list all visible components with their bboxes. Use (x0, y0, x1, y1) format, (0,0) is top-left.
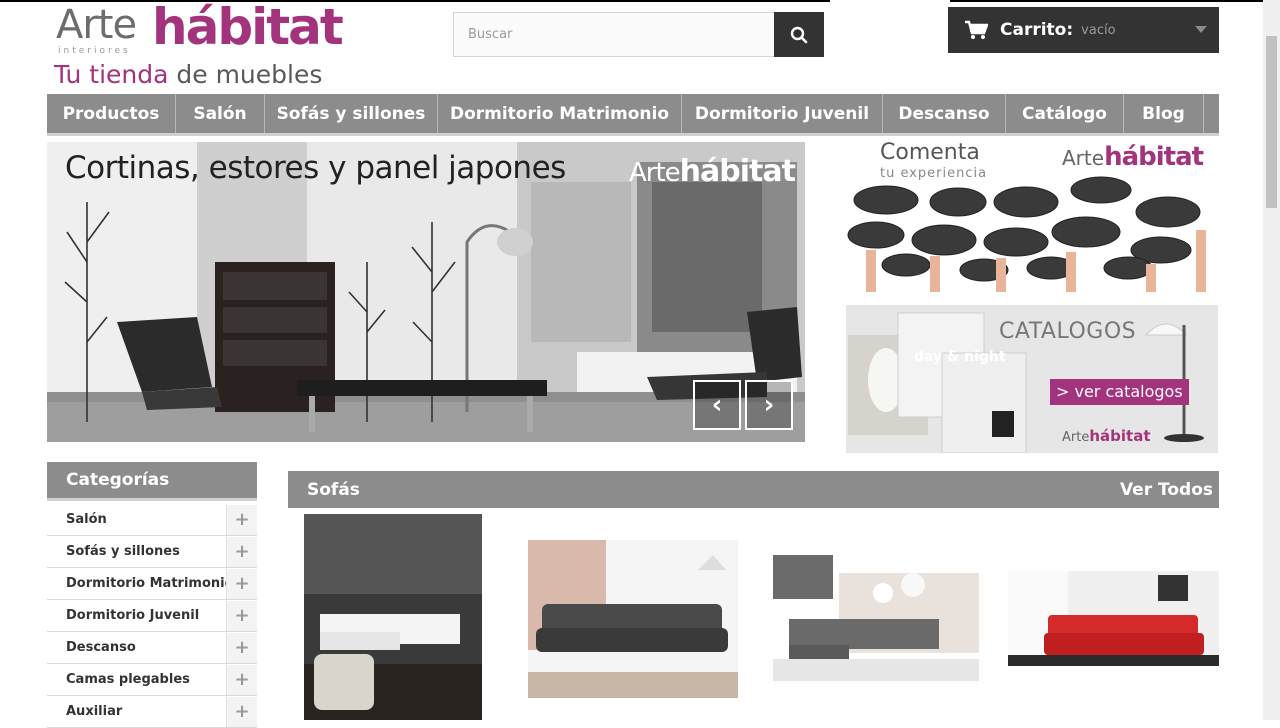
categories-list: Salón + Sofás y sillones + Dormitorio Matr… (47, 504, 257, 728)
slider-next-button[interactable]: › (745, 380, 793, 430)
plus-icon[interactable]: + (226, 537, 257, 567)
nav-item-descanso[interactable]: Descanso (883, 94, 1006, 133)
sofa-dark-image (528, 540, 738, 698)
nav-item-dormitorio-juvenil[interactable]: Dormitorio Juvenil (682, 94, 883, 133)
view-catalogs-button[interactable]: > ver catalogos (1050, 379, 1189, 405)
plus-icon[interactable]: + (226, 601, 257, 631)
product-image-sofa-corner[interactable] (773, 555, 979, 681)
nav-item-blog[interactable]: Blog (1124, 94, 1204, 133)
promo-catalogs[interactable]: day & night CATALOGOS > ver catalogos Ar… (846, 305, 1218, 453)
banner-logo-arte: Arte (629, 158, 681, 188)
logo-habitat-text: hábitat (152, 0, 344, 56)
cart-status: vacío (1081, 22, 1116, 38)
category-item-descanso[interactable]: Descanso + (47, 632, 257, 664)
category-item-dormitorio-juvenil[interactable]: Dormitorio Juvenil + (47, 600, 257, 632)
chevron-down-icon (1195, 26, 1207, 33)
banner-logo-habitat: hábitat (679, 154, 796, 189)
category-item-dormitorio-matrimonio[interactable]: Dormitorio Matrimonio + (47, 568, 257, 600)
plus-icon[interactable]: + (226, 665, 257, 695)
category-label: Camas plegables (66, 672, 190, 687)
search-input[interactable] (453, 12, 789, 57)
product-image-sofa-white[interactable] (304, 514, 482, 720)
main-navigation: Productos Salón Sofás y sillones Dormito… (47, 94, 1219, 136)
chevron-right-icon: › (763, 390, 775, 420)
promo-comment-title: Comenta (880, 140, 980, 165)
scrollbar-thumb[interactable] (1266, 36, 1277, 208)
category-label: Dormitorio Juvenil (66, 608, 200, 623)
page-scrollbar[interactable] (1263, 0, 1280, 720)
slider-prev-button[interactable]: ‹ (693, 380, 741, 430)
cart-button[interactable]: Carrito: vacío (948, 7, 1219, 53)
hero-banner[interactable]: Cortinas, estores y panel japones Artehá… (47, 142, 805, 442)
product-image-sofa-dark[interactable] (528, 540, 738, 698)
logo-interiores-text: interiores (58, 46, 131, 56)
sofa-corner-image (773, 555, 979, 681)
category-label: Dormitorio Matrimonio (66, 576, 234, 591)
promo-catalogs-logo: Artehábitat (1062, 427, 1151, 445)
category-item-auxiliar[interactable]: Auxiliar + (47, 696, 257, 728)
cart-label: Carrito: (1000, 20, 1074, 40)
promo-comment-logo-arte: Arte (1062, 146, 1105, 170)
sofas-section-title: Sofás (307, 480, 360, 500)
tagline-part1: Tu tienda (54, 60, 169, 89)
plus-icon[interactable]: + (226, 505, 257, 535)
sofas-section-header: Sofás Ver Todos (288, 471, 1219, 508)
search-bar (453, 12, 824, 57)
promo-comment-logo-habitat: hábitat (1104, 142, 1204, 172)
catalog-book-label: day & night (914, 349, 1006, 365)
product-image-sofa-red[interactable] (1008, 571, 1219, 666)
search-button[interactable] (774, 12, 824, 57)
logo-arte-text: Arte (56, 2, 137, 48)
site-logo[interactable]: Arte hábitat interiores Tu tienda de mue… (52, 0, 352, 92)
category-label: Descanso (66, 640, 136, 655)
promo-comment-experience[interactable]: Comenta tu experiencia Artehábitat (846, 140, 1216, 292)
nav-item-catalogo[interactable]: Catálogo (1006, 94, 1124, 133)
nav-item-sofas[interactable]: Sofás y sillones (265, 94, 438, 133)
category-item-salon[interactable]: Salón + (47, 504, 257, 536)
tagline-part2: de muebles (168, 60, 323, 89)
category-label: Salón (66, 512, 107, 527)
category-label: Auxiliar (66, 704, 123, 719)
promo-comment-subtitle: tu experiencia (880, 166, 988, 181)
category-label: Sofás y sillones (66, 544, 180, 559)
plus-icon[interactable]: + (226, 697, 257, 727)
nav-item-dormitorio-matrimonio[interactable]: Dormitorio Matrimonio (438, 94, 682, 133)
nav-item-productos[interactable]: Productos (47, 94, 176, 133)
promo-catalogs-logo-habitat: hábitat (1089, 427, 1151, 445)
category-item-sofas[interactable]: Sofás y sillones + (47, 536, 257, 568)
banner-logo: Artehábitat (629, 154, 796, 189)
banner-title: Cortinas, estores y panel japones (65, 150, 566, 186)
plus-icon[interactable]: + (226, 569, 257, 599)
top-border-gap (830, 0, 950, 2)
categories-heading: Categorías (47, 462, 257, 501)
search-icon (790, 26, 808, 43)
sofa-red-image (1008, 571, 1219, 666)
logo-tagline: Tu tienda de muebles (54, 60, 322, 89)
promo-catalogs-title: CATALOGOS (999, 319, 1137, 344)
view-all-link[interactable]: Ver Todos (1120, 480, 1213, 500)
plus-icon[interactable]: + (226, 633, 257, 663)
cart-icon (965, 20, 988, 39)
chevron-left-icon: ‹ (711, 390, 723, 420)
promo-comment-logo: Artehábitat (1062, 142, 1204, 172)
sofa-white-image (304, 514, 482, 720)
category-item-camas-plegables[interactable]: Camas plegables + (47, 664, 257, 696)
nav-item-salon[interactable]: Salón (176, 94, 265, 133)
promo-catalogs-logo-arte: Arte (1062, 430, 1090, 445)
